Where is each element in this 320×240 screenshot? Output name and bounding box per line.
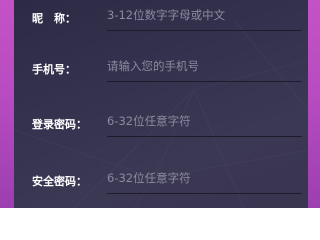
login-password-row: 登录密码：: [14, 106, 308, 142]
security-password-label: 安全密码：: [32, 175, 87, 188]
registration-form-panel: 昵 称： 手机号： 登录密码： 安全密码：: [14, 0, 308, 208]
phone-underline: [107, 81, 302, 82]
registration-screen: 昵 称： 手机号： 登录密码： 安全密码：: [0, 0, 320, 208]
nickname-label: 昵 称：: [32, 12, 76, 25]
login-password-underline: [107, 136, 302, 137]
security-password-input[interactable]: [107, 163, 297, 193]
login-password-input[interactable]: [107, 106, 297, 136]
security-password-underline: [107, 193, 302, 194]
phone-input[interactable]: [107, 51, 297, 81]
security-password-row: 安全密码：: [14, 163, 308, 199]
nickname-underline: [107, 30, 302, 31]
phone-row: 手机号：: [14, 51, 308, 87]
nickname-input[interactable]: [107, 0, 297, 30]
phone-label: 手机号：: [32, 63, 76, 76]
nickname-row: 昵 称：: [14, 0, 308, 36]
login-password-label: 登录密码：: [32, 118, 87, 131]
